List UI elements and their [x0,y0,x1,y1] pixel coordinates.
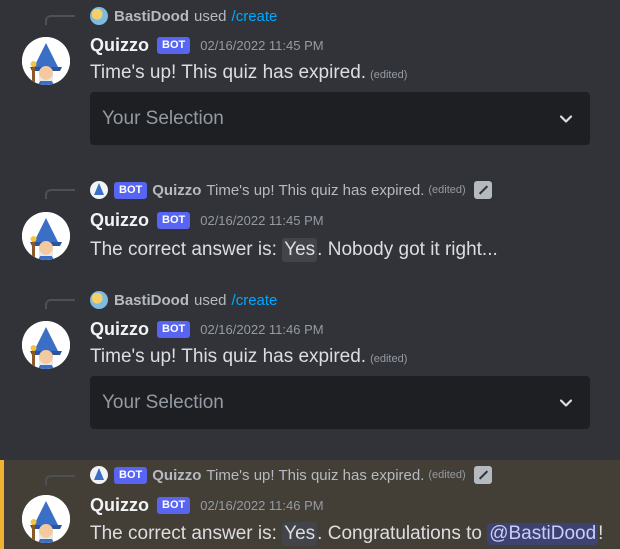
selection-dropdown[interactable]: Your Selection [90,376,590,429]
reply-username[interactable]: BastiDood [114,8,189,25]
bot-badge: BOT [157,212,191,229]
message-content: Time's up! This quiz has expired. (edite… [90,346,407,368]
select-placeholder: Your Selection [102,391,224,413]
wizard-icon [22,495,70,543]
edited-label: (edited) [370,353,408,365]
bot-badge: BOT [157,321,191,338]
message-content: The correct answer is: Yes . Congratulat… [90,522,603,546]
image-icon [473,466,492,484]
author-name[interactable]: Quizzo [90,495,149,516]
wizard-icon [22,212,70,260]
reply-username[interactable]: BastiDood [114,292,189,309]
message-text: Time's up! This quiz has expired. [90,62,367,83]
message-content: The correct answer is: Yes . Nobody got … [90,238,498,262]
reply-text[interactable]: Time's up! This quiz has expired. [206,467,424,484]
timestamp: 02/16/2022 11:46 PM [200,322,324,337]
user-avatar-icon [90,291,108,309]
message-text: Time's up! This quiz has expired. [90,346,367,367]
answer-prefix: The correct answer is: [90,239,283,260]
avatar[interactable] [22,321,70,369]
bot-avatar-icon [90,181,108,199]
image-icon [473,181,492,199]
reply-author[interactable]: Quizzo [152,467,201,484]
message-content: Time's up! This quiz has expired. (edite… [90,62,407,84]
bot-badge: BOT [157,497,191,514]
reply-bot-badge: BOT [114,181,148,199]
reply-spine [45,475,75,485]
author-name[interactable]: Quizzo [90,35,149,56]
selection-dropdown[interactable]: Your Selection [90,92,590,145]
timestamp: 02/16/2022 11:46 PM [200,498,324,513]
reply-command[interactable]: /create [232,292,278,309]
avatar[interactable] [22,37,70,85]
user-avatar-icon [90,7,108,25]
reply-edited-label: (edited) [428,184,466,196]
timestamp: 02/16/2022 11:45 PM [200,38,324,53]
reply-bot-badge: BOT [114,466,148,484]
reply-author[interactable]: Quizzo [152,182,201,199]
reply-command[interactable]: /create [232,8,278,25]
message-2: BOT Quizzo Time's up! This quiz has expi… [0,172,620,272]
avatar[interactable] [22,212,70,260]
reply-spine [45,299,75,309]
message-1: BastiDood used /create Quizzo BOT 02/16/… [0,0,620,160]
avatar[interactable] [22,495,70,543]
edited-label: (edited) [370,69,408,81]
message-4-highlighted: BOT Quizzo Time's up! This quiz has expi… [0,460,620,549]
wizard-icon [22,321,70,369]
reply-reference[interactable]: BOT Quizzo Time's up! This quiz has expi… [90,180,492,200]
reply-spine [45,189,75,199]
answer-suffix: . Nobody got it right... [317,239,498,260]
wizard-icon [22,37,70,85]
answer-code: Yes [282,238,318,262]
author-name[interactable]: Quizzo [90,210,149,231]
bot-avatar-icon [90,466,108,484]
reply-reference[interactable]: BastiDood used /create [90,290,277,310]
user-mention[interactable]: @BastiDood [487,523,599,545]
reply-edited-label: (edited) [428,469,466,481]
reply-text[interactable]: Time's up! This quiz has expired. [206,182,424,199]
timestamp: 02/16/2022 11:45 PM [200,213,324,228]
reply-used-text: used [194,291,227,309]
message-3: BastiDood used /create Quizzo BOT 02/16/… [0,284,620,444]
answer-code: Yes [282,522,318,546]
reply-spine [45,15,75,25]
select-placeholder: Your Selection [102,107,224,129]
author-name[interactable]: Quizzo [90,319,149,340]
congrats-text: . Congratulations to [317,523,488,544]
reply-reference[interactable]: BOT Quizzo Time's up! This quiz has expi… [90,465,492,485]
reply-used-text: used [194,7,227,25]
bot-badge: BOT [157,37,191,54]
answer-prefix: The correct answer is: [90,523,283,544]
chevron-down-icon [556,393,576,413]
chevron-down-icon [556,109,576,129]
answer-suffix: ! [598,523,604,544]
reply-reference[interactable]: BastiDood used /create [90,6,277,26]
